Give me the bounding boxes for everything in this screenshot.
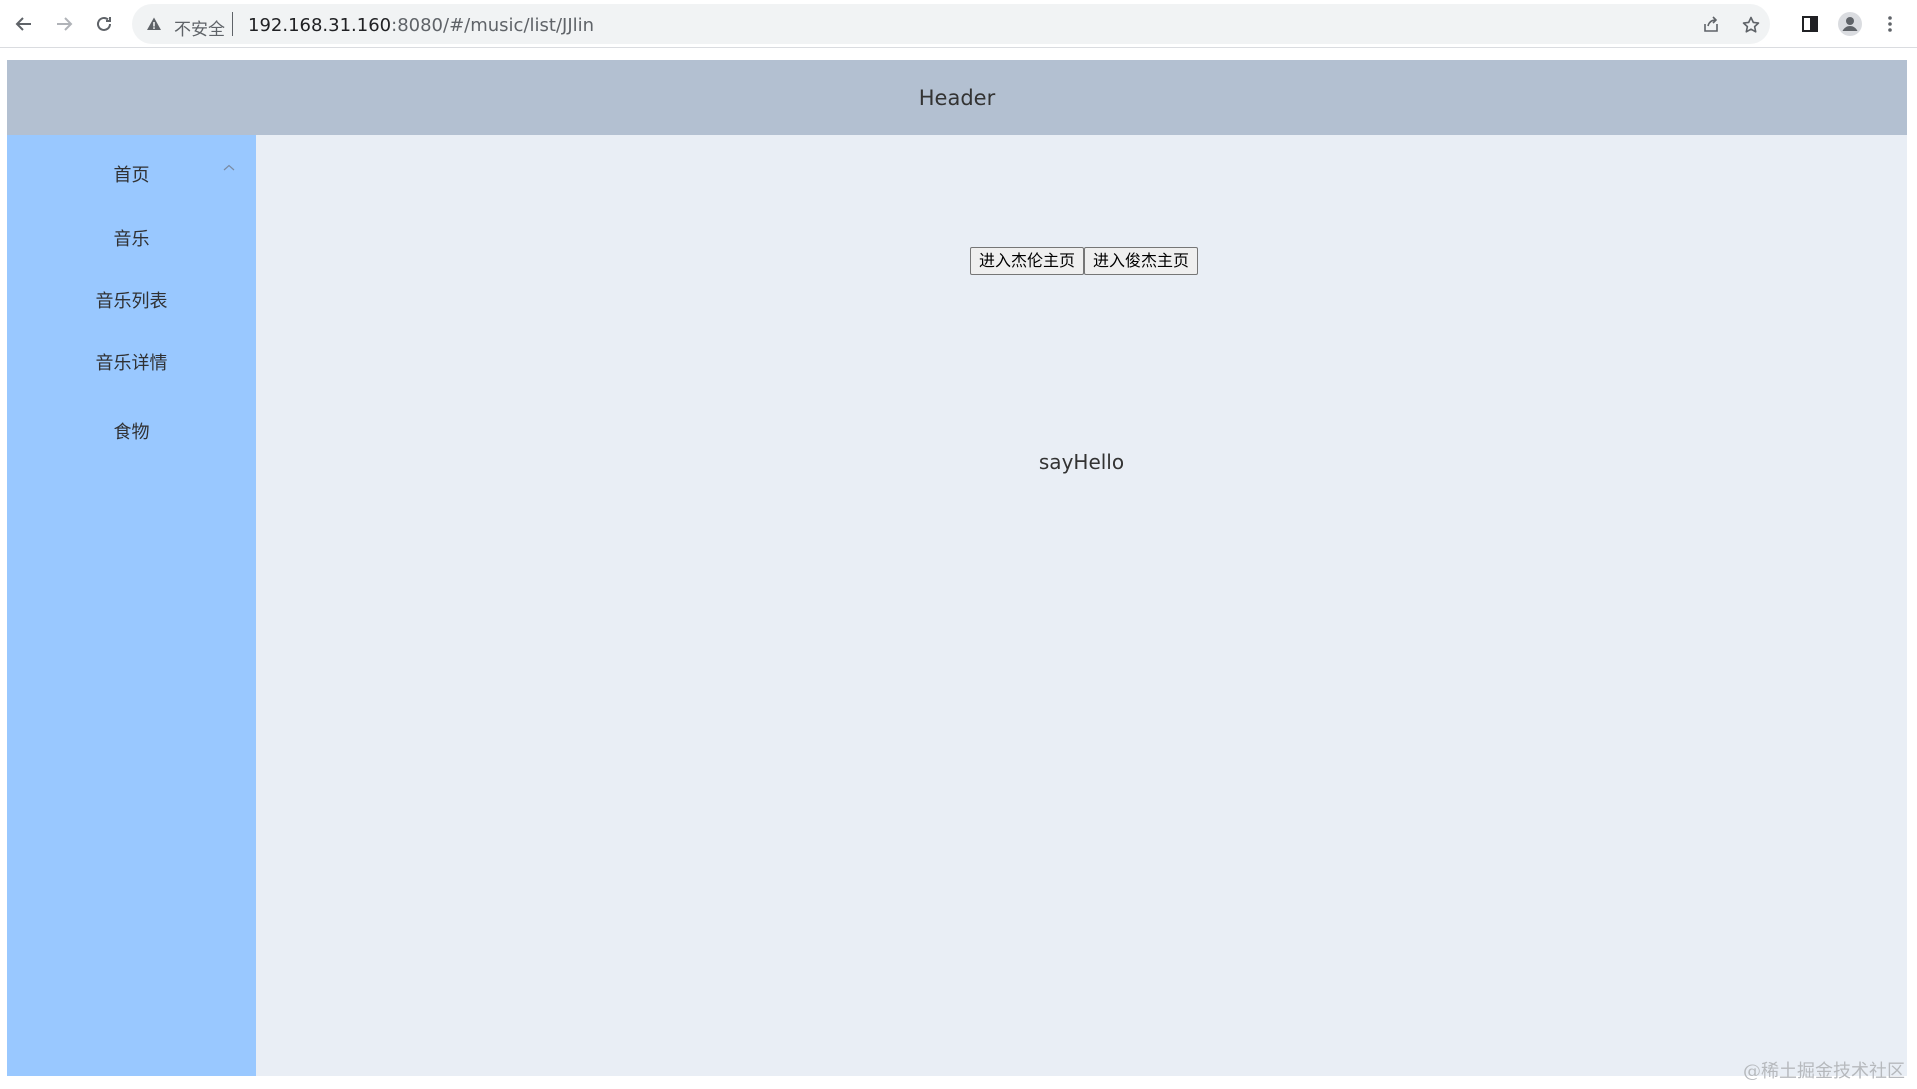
security-label[interactable]: 不安全 (174, 15, 225, 40)
main-content: 进入杰伦主页 进入俊杰主页 sayHello (256, 135, 1907, 1076)
say-hello-text: sayHello (1038, 450, 1125, 474)
sidebar-item-home[interactable]: 首页 (7, 161, 256, 187)
more-icon (1888, 16, 1892, 32)
watermark: @稀土掘金技术社区 (1743, 1061, 1905, 1082)
omnibox-separator (232, 12, 233, 36)
sidebar-item-label: 食物 (113, 422, 150, 443)
menu-button[interactable] (1876, 10, 1904, 38)
chevron-up-icon[interactable] (222, 163, 236, 173)
browser-toolbar: 不安全 192.168.31.160:8080/#/music/list/JJl… (0, 0, 1917, 48)
bookmark-button[interactable] (1740, 14, 1762, 36)
reload-icon (97, 16, 111, 31)
sidebar-item-music[interactable]: 音乐 (7, 225, 256, 251)
url-host: 192.168.31.160 (248, 15, 392, 36)
sidebar-item-music-list[interactable]: 音乐列表 (7, 287, 256, 313)
button-row: 进入杰伦主页 进入俊杰主页 (970, 247, 1199, 275)
profile-button[interactable] (1836, 10, 1864, 38)
app-container: Header 首页 音乐 音乐列表 音乐详情 食物 进入杰伦主页 进入俊杰主页 … (7, 60, 1907, 1076)
url-path: :8080/#/music/list/JJlin (391, 15, 595, 36)
sidebar-item-music-detail[interactable]: 音乐详情 (7, 349, 256, 375)
url-text[interactable]: 192.168.31.160:8080/#/music/list/JJlin (248, 15, 594, 36)
warning-icon[interactable] (146, 16, 162, 32)
side-panel-icon (1802, 16, 1818, 32)
star-icon (1742, 16, 1760, 33)
back-button[interactable] (10, 10, 38, 38)
jj-lin-home-button[interactable]: 进入俊杰主页 (1084, 247, 1199, 275)
jay-chou-home-button[interactable]: 进入杰伦主页 (970, 247, 1085, 275)
share-icon (1704, 16, 1718, 32)
header-title: Header (918, 85, 996, 110)
forward-button[interactable] (50, 10, 78, 38)
side-panel-button[interactable] (1796, 10, 1824, 38)
sidebar-item-label: 音乐列表 (95, 291, 168, 312)
sidebar-item-food[interactable]: 食物 (7, 418, 256, 444)
share-button[interactable] (1700, 14, 1722, 36)
sidebar-menu: 首页 音乐 音乐列表 音乐详情 食物 (7, 135, 256, 1076)
sidebar-item-label: 音乐 (113, 229, 150, 250)
sidebar-item-label: 首页 (113, 165, 150, 186)
profile-icon (1838, 12, 1862, 36)
back-icon (15, 17, 31, 31)
reload-button[interactable] (90, 10, 118, 38)
app-header: Header (7, 60, 1907, 135)
forward-icon (57, 17, 73, 31)
address-bar[interactable]: 不安全 192.168.31.160:8080/#/music/list/JJl… (132, 4, 1770, 44)
sidebar-item-label: 音乐详情 (95, 353, 168, 374)
